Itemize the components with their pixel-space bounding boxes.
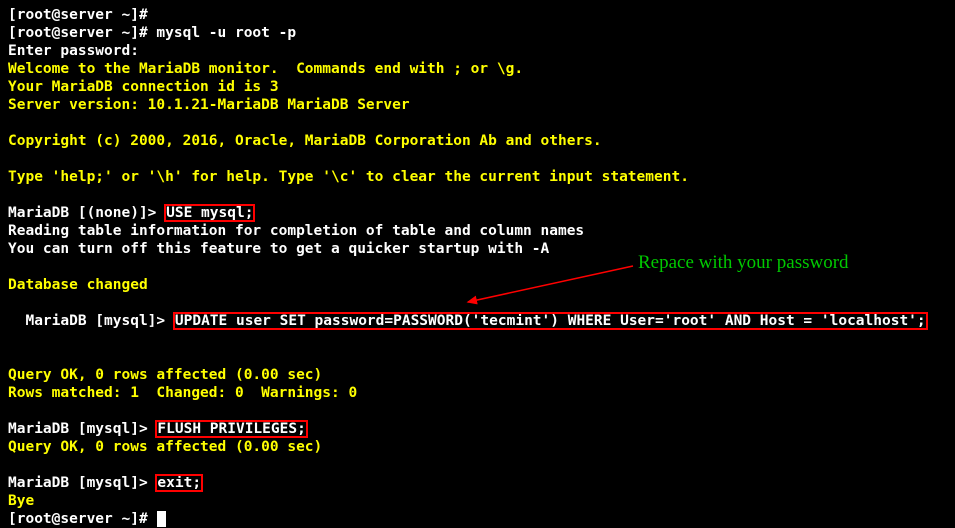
shell-prompt-line[interactable]: [root@server ~]# (8, 510, 947, 528)
blank-line (8, 186, 947, 204)
output-line: Reading table information for completion… (8, 222, 947, 240)
shell-prompt: [root@server ~]# (8, 25, 156, 41)
highlighted-command: FLUSH PRIVILEGES; (156, 421, 306, 437)
annotation-text: Repace with your password (638, 254, 849, 272)
output-line: Copyright (c) 2000, 2016, Oracle, MariaD… (8, 132, 947, 150)
mariadb-prompt: MariaDB [(none)]> (8, 205, 165, 221)
blank-line (8, 402, 947, 420)
output-line: Type 'help;' or '\h' for help. Type '\c'… (8, 168, 947, 186)
output-line: Rows matched: 1 Changed: 0 Warnings: 0 (8, 384, 947, 402)
highlighted-command: USE mysql; (165, 205, 254, 221)
mariadb-prompt-line: MariaDB [mysql]> FLUSH PRIVILEGES; (8, 420, 947, 438)
shell-prompt: [root@server ~]# (8, 7, 148, 23)
output-line: Server version: 10.1.21-MariaDB MariaDB … (8, 96, 947, 114)
command-text: mysql -u root -p (156, 25, 296, 41)
output-line: Database changed (8, 276, 947, 294)
shell-command-line: [root@server ~]# mysql -u root -p (8, 24, 947, 42)
mariadb-prompt: MariaDB [mysql]> (8, 421, 156, 437)
mariadb-prompt-line: MariaDB [mysql]> exit; (8, 474, 947, 492)
highlighted-command: UPDATE user SET password=PASSWORD('tecmi… (174, 313, 927, 329)
blank-line (8, 150, 947, 168)
output-line: Enter password: (8, 42, 947, 60)
output-line: Bye (8, 492, 947, 510)
mariadb-prompt-line: MariaDB [mysql]> UPDATE user SET passwor… (8, 294, 947, 366)
output-line: Your MariaDB connection id is 3 (8, 78, 947, 96)
output-line: Query OK, 0 rows affected (0.00 sec) (8, 438, 947, 456)
mariadb-prompt: MariaDB [mysql]> (25, 313, 173, 329)
mariadb-prompt-line: MariaDB [(none)]> USE mysql; (8, 204, 947, 222)
output-line: Query OK, 0 rows affected (0.00 sec) (8, 366, 947, 384)
mariadb-prompt: MariaDB [mysql]> (8, 475, 156, 491)
output-line: Welcome to the MariaDB monitor. Commands… (8, 60, 947, 78)
shell-prompt-line: [root@server ~]# (8, 6, 947, 24)
shell-prompt: [root@server ~]# (8, 511, 156, 527)
highlighted-command: exit; (156, 475, 202, 491)
cursor-icon (157, 511, 166, 527)
blank-line (8, 456, 947, 474)
blank-line (8, 114, 947, 132)
